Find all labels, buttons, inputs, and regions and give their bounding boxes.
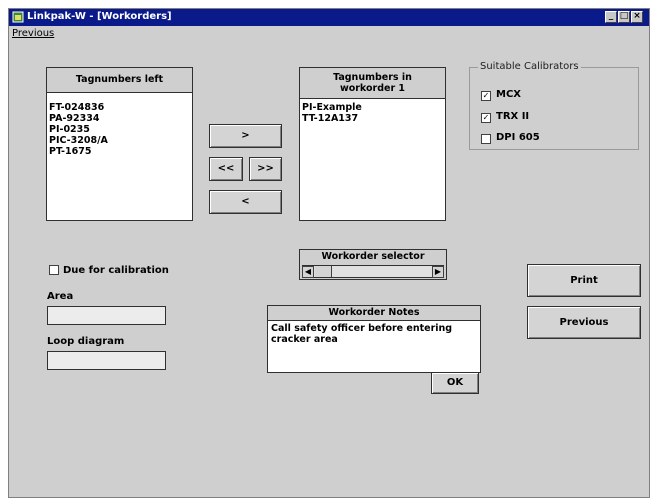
close-button[interactable]: × [631, 11, 643, 23]
workorder-selector-scrollbar[interactable]: ◀ ▶ [302, 265, 444, 278]
scroll-left-icon[interactable]: ◀ [302, 266, 314, 278]
list-item[interactable]: PI-Example [302, 102, 362, 113]
workorder-notes-text[interactable]: Call safety officer before entering crac… [271, 323, 471, 345]
scroll-right-icon[interactable]: ▶ [432, 266, 444, 278]
tags-workorder-items: PI-Example TT-12A137 [302, 102, 362, 124]
tags-workorder-list[interactable]: Tagnumbers in workorder 1 PI-Example TT-… [299, 67, 446, 221]
title-bar: Linkpak-W - [Workorders] _ □ × [9, 9, 649, 26]
workorder-notes-header: Workorder Notes [268, 306, 480, 321]
area-input[interactable] [47, 306, 166, 325]
tags-workorder-header-line2: workorder 1 [339, 83, 406, 94]
area-label: Area [47, 291, 74, 302]
move-all-left-button[interactable]: << [209, 157, 243, 181]
due-for-calibration-label: Due for calibration [63, 265, 169, 276]
trx-ii-label: TRX II [496, 111, 530, 122]
tags-left-header: Tagnumbers left [47, 68, 192, 93]
menu-previous[interactable]: Previous [12, 28, 54, 39]
dpi-605-checkbox[interactable] [481, 134, 491, 144]
workorder-notes: Workorder Notes Call safety officer befo… [267, 305, 481, 373]
move-all-right-button[interactable]: >> [249, 157, 282, 181]
tags-left-items: FT-024836 PA-92334 PI-0235 PIC-3208/A PT… [49, 102, 108, 157]
due-for-calibration-checkbox[interactable] [49, 265, 59, 275]
list-item[interactable]: PT-1675 [49, 146, 108, 157]
trx-ii-checkbox[interactable]: ✓ [481, 113, 491, 123]
print-button[interactable]: Print [527, 264, 641, 297]
dpi-605-label: DPI 605 [496, 132, 540, 143]
list-item[interactable]: PI-0235 [49, 124, 108, 135]
list-item[interactable]: TT-12A137 [302, 113, 362, 124]
move-right-button[interactable]: > [209, 124, 282, 148]
tags-left-list[interactable]: Tagnumbers left FT-024836 PA-92334 PI-02… [46, 67, 193, 221]
app-icon [12, 11, 24, 23]
mcx-checkbox[interactable]: ✓ [481, 91, 491, 101]
maximize-button[interactable]: □ [618, 11, 630, 23]
menu-bar: Previous [9, 27, 649, 41]
move-left-button[interactable]: < [209, 190, 282, 214]
loop-diagram-label: Loop diagram [47, 336, 125, 347]
ok-button[interactable]: OK [431, 372, 479, 394]
tags-workorder-header-line1: Tagnumbers in [333, 72, 412, 83]
mcx-label: MCX [496, 89, 521, 100]
list-item[interactable]: PA-92334 [49, 113, 108, 124]
scroll-thumb[interactable] [315, 266, 332, 277]
calibrators-title: Suitable Calibrators [478, 61, 581, 72]
tags-workorder-header: Tagnumbers in workorder 1 [300, 68, 445, 99]
loop-diagram-input[interactable] [47, 351, 166, 370]
window-title: Linkpak-W - [Workorders] [27, 11, 172, 22]
list-item[interactable]: PIC-3208/A [49, 135, 108, 146]
workorder-selector-label: Workorder selector [321, 251, 425, 262]
minimize-button[interactable]: _ [605, 11, 617, 23]
previous-button[interactable]: Previous [527, 306, 641, 339]
app-window: Linkpak-W - [Workorders] _ □ × Previous … [8, 8, 650, 498]
calibrators-group: Suitable Calibrators ✓ MCX ✓ TRX II DPI … [469, 61, 639, 150]
workorder-selector: Workorder selector ◀ ▶ [299, 249, 447, 280]
list-item[interactable]: FT-024836 [49, 102, 108, 113]
